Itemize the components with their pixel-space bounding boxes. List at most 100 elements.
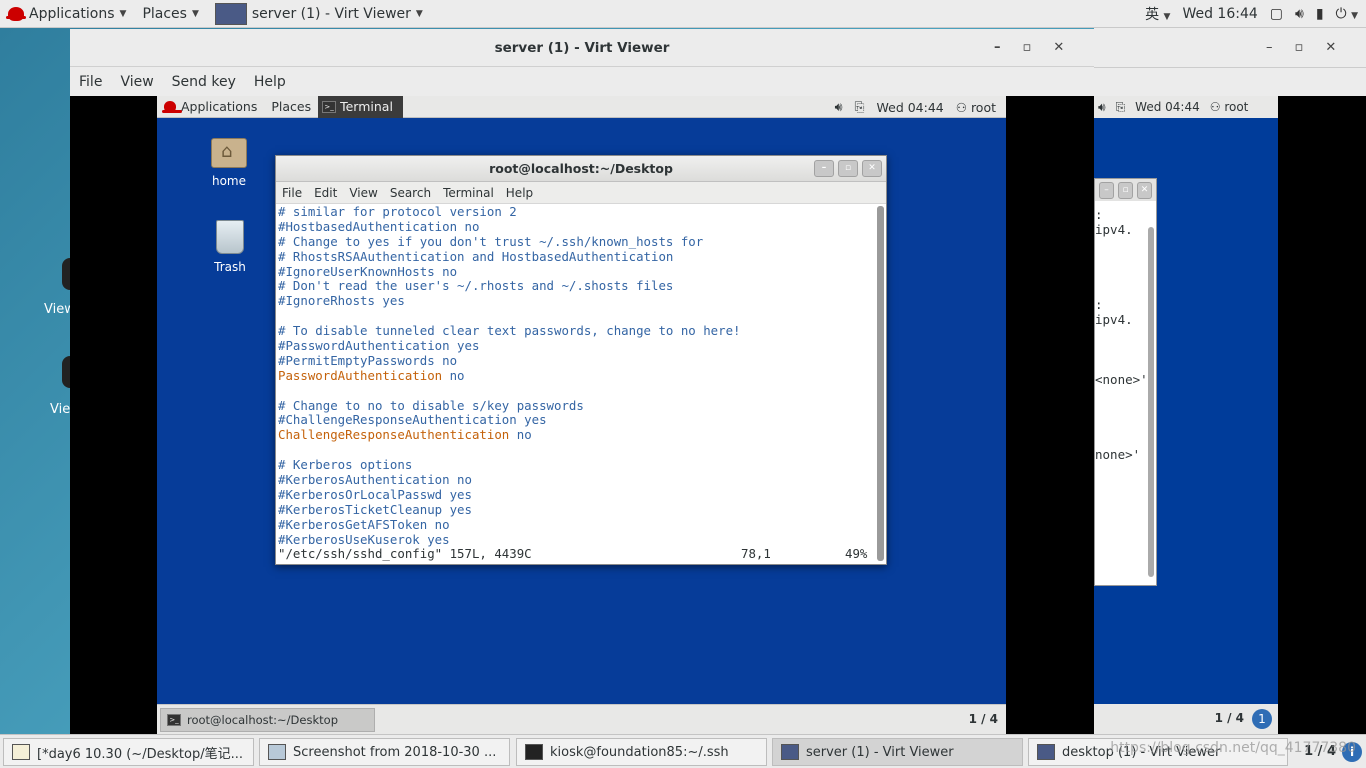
menu-view[interactable]: View [111, 74, 162, 90]
terminal-titlebar[interactable]: root@localhost:~/Desktop – ▫ ✕ [276, 156, 886, 182]
scrollbar-thumb[interactable] [877, 206, 884, 561]
monitor-icon [781, 744, 799, 760]
minimize-icon[interactable]: – [994, 40, 1001, 55]
host-applications-menu[interactable]: Applications ▼ [0, 0, 134, 28]
guest-system-tray: 🔊︎ ⎘ Wed 04:44 ⚇ root [835, 96, 996, 118]
virt-viewer-window-server[interactable]: server (1) - Virt Viewer – ▫ ✕ File View… [70, 29, 1094, 734]
close-icon[interactable]: ✕ [1137, 182, 1152, 199]
comment-text: #KerberosGetAFSToken no [278, 516, 450, 532]
applications-label: Applications [29, 5, 115, 22]
terminal-scrollbar[interactable] [877, 206, 884, 561]
maximize-icon[interactable]: ▫ [1118, 182, 1133, 199]
comment-text: #KerberosAuthentication no [278, 472, 472, 488]
minimize-icon[interactable]: – [814, 160, 834, 177]
guest-display[interactable]: Applications Places >_ Terminal 🔊︎ ⎘ Wed… [157, 96, 1006, 734]
status-file: "/etc/ssh/sshd_config" 157L, 4439C [278, 546, 532, 562]
terminal-line: # To disable tunneled clear text passwor… [278, 323, 874, 339]
terminal-line: ChallengeResponseAuthentication no [278, 427, 874, 443]
guest-taskbar-label: root@localhost:~/Desktop [187, 713, 338, 727]
menu-send-key[interactable]: Send key [163, 74, 245, 90]
virt-viewer-window-desktop[interactable]: – ▫ ✕ 🔊︎ ⎘ Wed 04:44 ⚇ root – ▫ ✕ : ipv4… [1094, 28, 1366, 734]
scrollbar[interactable] [1148, 227, 1154, 577]
guest-applications-menu[interactable]: Applications [157, 99, 264, 114]
volume-icon[interactable]: 🔊︎ [1295, 6, 1304, 22]
terminal-line: # Change to no to disable s/key password… [278, 398, 874, 414]
terminal-menu-search[interactable]: Search [384, 186, 437, 200]
network-icon[interactable]: ⎘ [854, 99, 864, 115]
guest-active-task[interactable]: >_ Terminal [318, 96, 403, 118]
comment-text: # RhostsRSAAuthentication and HostbasedA… [278, 248, 674, 264]
taskbar-item-label: [*day6 10.30 (~/Desktop/笔记... [37, 746, 243, 762]
desktop-icon-label: Trash [214, 260, 246, 274]
user-menu[interactable]: ⚇ root [1210, 100, 1249, 114]
guest-places-menu[interactable]: Places [264, 99, 318, 114]
input-method-indicator[interactable]: 英 ▼ [1145, 4, 1170, 24]
terminal-menubar: File Edit View Search Terminal Help [276, 182, 886, 204]
comment-text: # similar for protocol version 2 [278, 205, 517, 219]
terminal-line: PasswordAuthentication no [278, 368, 874, 384]
battery-icon[interactable]: ▮ [1316, 6, 1324, 22]
terminal-line: #PermitEmptyPasswords no [278, 353, 874, 369]
host-places-menu[interactable]: Places ▼ [134, 0, 206, 28]
workspace-indicator[interactable]: 1 / 4 [969, 712, 998, 726]
terminal-line: #HostbasedAuthentication no [278, 219, 874, 235]
terminal-icon: >_ [167, 714, 181, 726]
volume-icon[interactable]: 🔊︎ [835, 99, 843, 115]
user-menu[interactable]: ⚇ root [956, 100, 996, 115]
active-window-label: server (1) - Virt Viewer [251, 5, 411, 22]
window-titlebar[interactable]: server (1) - Virt Viewer – ▫ ✕ [70, 29, 1094, 67]
window-titlebar[interactable]: – ▫ ✕ [1094, 28, 1366, 68]
terminal-title: root@localhost:~/Desktop [489, 161, 673, 176]
menu-file[interactable]: File [70, 74, 111, 90]
minimize-icon[interactable]: – [1266, 40, 1273, 55]
minimize-icon[interactable]: – [1099, 182, 1114, 199]
terminal-content[interactable]: # similar for protocol version 2 #Hostbas… [276, 205, 874, 563]
taskbar-item-editor[interactable]: [*day6 10.30 (~/Desktop/笔记... [3, 738, 254, 766]
terminal-line: # Kerberos options [278, 457, 874, 473]
window-icon[interactable]: ▢ [1270, 6, 1283, 22]
terminal-icon [525, 744, 543, 760]
guest-taskbar-item[interactable]: >_ root@localhost:~/Desktop [160, 708, 375, 732]
monitor-icon [1037, 744, 1055, 760]
menu-help[interactable]: Help [245, 74, 295, 90]
taskbar-item-label: server (1) - Virt Viewer [806, 744, 954, 760]
guest-bottom-bar: 1 / 4 1 [1094, 704, 1278, 734]
places-label: Places [142, 5, 187, 22]
redhat-icon [6, 6, 26, 21]
terminal-menu-file[interactable]: File [276, 186, 308, 200]
status-percent: 49% [845, 546, 868, 562]
info-icon[interactable]: 1 [1252, 709, 1272, 729]
terminal-window[interactable]: – ▫ ✕ : ipv4. : ipv4. <none>' none>' [1094, 178, 1157, 586]
maximize-icon[interactable]: ▫ [1023, 40, 1032, 55]
terminal-titlebar[interactable]: – ▫ ✕ [1095, 179, 1156, 201]
guest-display[interactable]: 🔊︎ ⎘ Wed 04:44 ⚇ root – ▫ ✕ : ipv4. : ip… [1094, 96, 1278, 734]
terminal-menu-edit[interactable]: Edit [308, 186, 343, 200]
close-icon[interactable]: ✕ [862, 160, 882, 177]
terminal-window[interactable]: root@localhost:~/Desktop – ▫ ✕ File Edit… [275, 155, 887, 565]
power-icon[interactable]: ⏻ ▼ [1336, 6, 1358, 22]
close-icon[interactable]: ✕ [1053, 40, 1064, 55]
taskbar-item-server-viewer[interactable]: server (1) - Virt Viewer [772, 738, 1023, 766]
network-icon[interactable]: ⎘ [1116, 100, 1126, 115]
desktop-icon-label-fragment[interactable]: Vie [50, 402, 70, 417]
taskbar-item-terminal[interactable]: kiosk@foundation85:~/.ssh [516, 738, 767, 766]
workspace-indicator[interactable]: 1 / 4 [1215, 711, 1244, 725]
host-system-tray: 英 ▼ Wed 16:44 ▢ 🔊︎ ▮ ⏻ ▼ [1145, 0, 1358, 28]
guest-clock[interactable]: Wed 04:44 [1135, 100, 1200, 114]
host-active-window-menu[interactable]: server (1) - Virt Viewer ▼ [207, 0, 431, 28]
close-icon[interactable]: ✕ [1325, 40, 1336, 55]
terminal-menu-help[interactable]: Help [500, 186, 539, 200]
terminal-line: #KerberosTicketCleanup yes [278, 502, 874, 518]
terminal-menu-view[interactable]: View [343, 186, 383, 200]
chevron-down-icon: ▼ [415, 8, 423, 19]
terminal-text-fragment[interactable]: : ipv4. : ipv4. <none>' none>' [1095, 207, 1148, 462]
taskbar-item-screenshot[interactable]: Screenshot from 2018-10-30 ... [259, 738, 510, 766]
host-clock[interactable]: Wed 16:44 [1182, 6, 1257, 22]
maximize-icon[interactable]: ▫ [838, 160, 858, 177]
desktop-icon-trash[interactable]: Trash [200, 220, 260, 274]
maximize-icon[interactable]: ▫ [1295, 40, 1304, 55]
terminal-menu-terminal[interactable]: Terminal [437, 186, 500, 200]
guest-clock[interactable]: Wed 04:44 [877, 100, 944, 115]
desktop-icon-home[interactable]: home [199, 138, 259, 188]
volume-icon[interactable]: 🔊︎ [1098, 100, 1106, 115]
